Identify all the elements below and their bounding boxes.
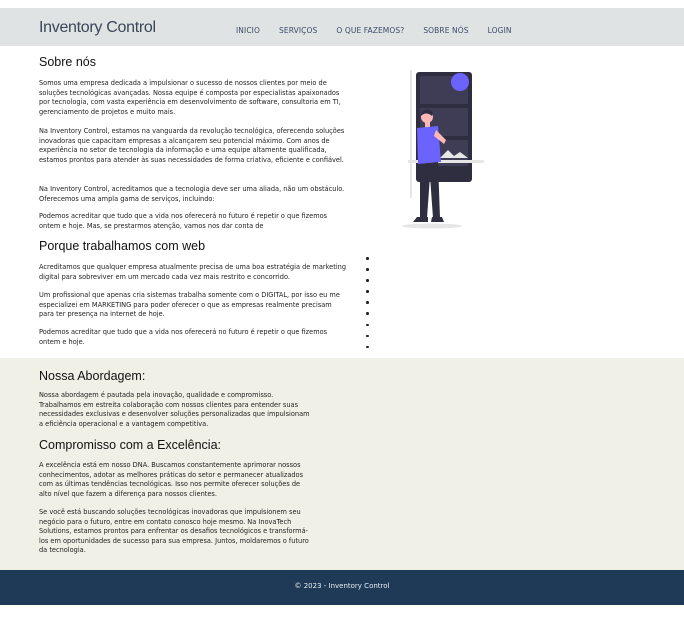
nav-link-sobre-nos[interactable]: SOBRE NÓS — [423, 26, 468, 35]
about-paragraph: Somos uma empresa dedicada a impulsionar… — [39, 79, 341, 116]
empty-bullet-list — [366, 257, 369, 357]
site-header: Inventory Control INICIO SERVIÇOS O QUE … — [0, 8, 684, 46]
site-footer: © 2023 - Inventory Control — [0, 570, 684, 605]
approach-section: Nossa Abordagem: Nossa abordagem é pauta… — [0, 358, 684, 570]
main-nav: INICIO SERVIÇOS O QUE FAZEMOS? SOBRE NÓS… — [236, 26, 531, 35]
about-paragraph: Podemos acreditar que tudo que a vida no… — [39, 212, 328, 230]
nav-link-login[interactable]: LOGIN — [488, 26, 512, 35]
site-logo[interactable]: Inventory Control — [39, 19, 156, 37]
bullet — [366, 301, 369, 304]
copyright-text: © 2023 - Inventory Control — [294, 582, 390, 590]
bullet — [366, 257, 369, 260]
about-paragraph: Na Inventory Control, estamos na vanguar… — [39, 127, 345, 164]
bullet — [366, 345, 369, 349]
nav-link-servicos[interactable]: SERVIÇOS — [279, 26, 317, 35]
approach-title: Nossa Abordagem: — [39, 369, 146, 383]
nav-link-inicio[interactable]: INICIO — [236, 26, 260, 35]
nav-link-o-que-fazemos[interactable]: O QUE FAZEMOS? — [336, 26, 404, 35]
why-paragraph: Acreditamos que qualquer empresa atualme… — [39, 263, 347, 281]
about-paragraph: Na Inventory Control, acreditamos que a … — [39, 185, 345, 203]
bullet — [366, 268, 369, 271]
commitment-title: Compromisso com a Excelência: — [39, 438, 222, 452]
about-title: Sobre nós — [39, 55, 96, 69]
page: Inventory Control INICIO SERVIÇOS O QUE … — [0, 8, 684, 605]
commitment-paragraph: A excelência está em nosso DNA. Buscamos… — [39, 461, 304, 498]
about-section: Sobre nós Somos uma empresa dedicada a i… — [0, 46, 684, 358]
person-at-window-illustration — [402, 70, 484, 229]
bullet — [366, 290, 369, 293]
bullet — [366, 312, 369, 315]
bullet — [366, 323, 369, 327]
bullet — [366, 334, 369, 338]
bullet — [366, 279, 369, 282]
why-paragraph: Podemos acreditar que tudo que a vida no… — [39, 328, 328, 346]
commitment-paragraph: Se você está buscando soluções tecnológi… — [39, 508, 309, 555]
approach-paragraph: Nossa abordagem é pautada pela inovação,… — [39, 391, 310, 428]
why-paragraph: Um profissional que apenas cria sistemas… — [39, 291, 340, 319]
why-web-title: Porque trabalhamos com web — [39, 239, 206, 253]
